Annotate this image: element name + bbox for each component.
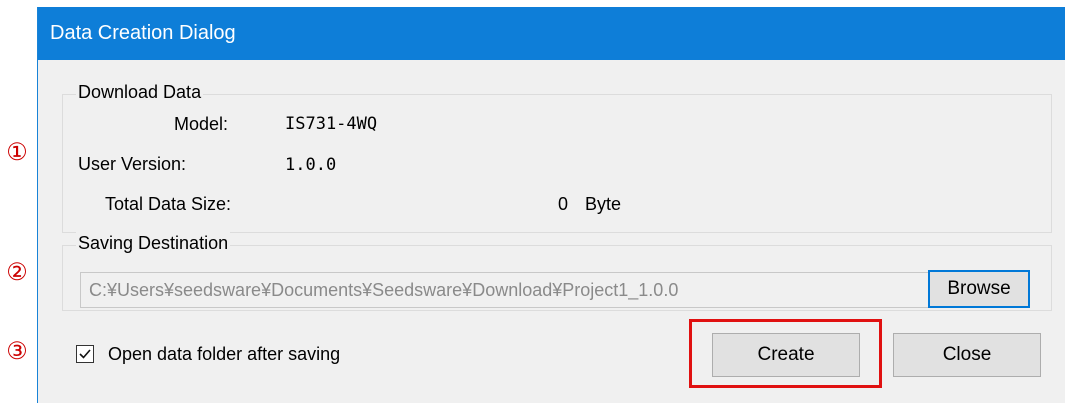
saving-path-field[interactable] xyxy=(80,272,946,308)
total-data-size-unit: Byte xyxy=(585,194,622,214)
browse-button[interactable]: Browse xyxy=(928,270,1030,308)
download-data-legend: Download Data xyxy=(76,81,204,103)
open-folder-checkbox[interactable] xyxy=(76,345,94,363)
dialog-title-bar[interactable]: Data Creation Dialog xyxy=(38,7,1065,60)
total-data-size-value: 0 xyxy=(558,194,569,214)
user-version-value: 1.0.0 xyxy=(285,155,337,175)
annotation-marker-3: ③ xyxy=(6,337,28,365)
close-button[interactable]: Close xyxy=(893,333,1041,377)
user-version-label: User Version: xyxy=(78,154,187,174)
checkmark-icon xyxy=(79,349,91,359)
annotation-marker-1: ① xyxy=(6,138,28,166)
total-data-size-label: Total Data Size: xyxy=(105,194,232,214)
create-button-highlight xyxy=(689,319,882,388)
data-creation-dialog: Data Creation Dialog Download Data Model… xyxy=(37,7,1065,403)
open-folder-label[interactable]: Open data folder after saving xyxy=(108,343,340,365)
dialog-title: Data Creation Dialog xyxy=(50,22,236,44)
model-value: IS731-4WQ xyxy=(285,114,378,134)
annotation-marker-2: ② xyxy=(6,258,28,286)
saving-destination-legend: Saving Destination xyxy=(76,232,231,254)
model-label: Model: xyxy=(174,114,229,134)
